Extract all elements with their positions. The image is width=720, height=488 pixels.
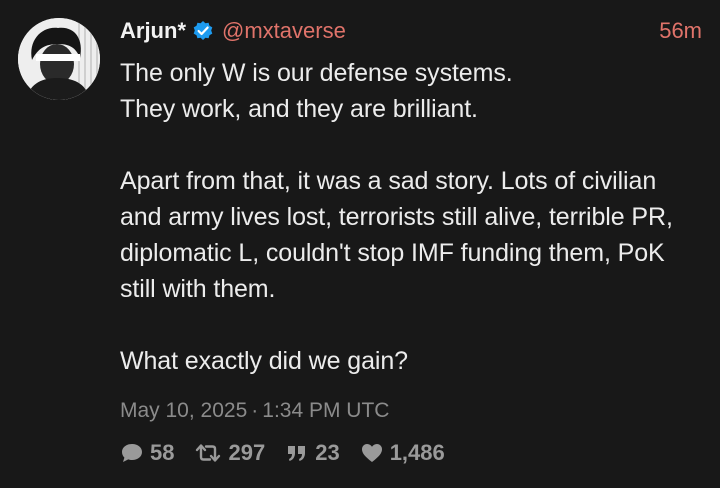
like-count: 1,486 xyxy=(389,440,445,465)
retweet-count: 297 xyxy=(228,440,266,465)
tweet-card[interactable]: Arjun* @mxtaverse 56m The only W is our … xyxy=(0,0,720,488)
tweet-time: 1:34 PM UTC xyxy=(262,399,390,422)
tweet-content: Arjun* @mxtaverse 56m The only W is our … xyxy=(120,14,702,466)
quote-count: 23 xyxy=(315,440,340,465)
tweet-timestamp[interactable]: May 10, 2025 · 1:34 PM UTC xyxy=(120,399,702,423)
heart-icon xyxy=(361,444,382,462)
retweet-button[interactable]: 297 xyxy=(194,440,265,466)
tweet-text: The only W is our defense systems. They … xyxy=(120,59,673,375)
tweet-date: May 10, 2025 xyxy=(120,399,248,422)
timestamp-separator: · xyxy=(251,399,259,422)
reply-icon xyxy=(122,444,142,462)
tweet-stats: 58 297 23 1,486 xyxy=(120,440,702,466)
reply-count: 58 xyxy=(150,440,175,465)
like-button[interactable]: 1,486 xyxy=(360,440,445,466)
avatar[interactable] xyxy=(18,18,100,100)
display-name[interactable]: Arjun* xyxy=(120,18,186,44)
tweet-header: Arjun* @mxtaverse 56m xyxy=(120,14,702,48)
quote-icon xyxy=(288,446,306,461)
verified-badge-icon xyxy=(192,20,214,42)
author-handle[interactable]: @mxtaverse xyxy=(222,18,346,44)
quote-button[interactable]: 23 xyxy=(285,440,340,466)
time-ago[interactable]: 56m xyxy=(659,18,702,44)
reply-button[interactable]: 58 xyxy=(120,440,174,466)
retweet-icon xyxy=(196,444,221,462)
